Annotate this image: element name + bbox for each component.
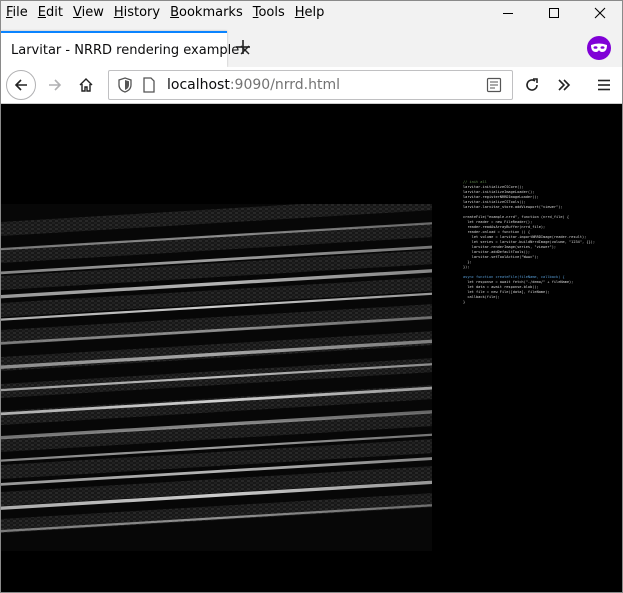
page-icon[interactable] xyxy=(141,77,157,93)
minimize-icon xyxy=(503,13,513,14)
close-icon xyxy=(594,7,606,19)
close-window-button[interactable] xyxy=(577,1,622,25)
tab-active[interactable]: Larvitar - NRRD rendering example xyxy=(1,31,250,67)
menu-bookmarks[interactable]: Bookmarks xyxy=(165,1,248,25)
image-viewer[interactable] xyxy=(1,204,432,551)
menu-help[interactable]: Help xyxy=(290,1,330,25)
home-button[interactable] xyxy=(71,70,101,100)
reader-view-icon[interactable] xyxy=(486,77,502,93)
new-tab-button[interactable] xyxy=(231,35,255,59)
menu-tools[interactable]: Tools xyxy=(248,1,290,25)
tab-strip: Larvitar - NRRD rendering example xyxy=(1,25,622,67)
code-snippet: // init all larvitar.initializeCSCore(); l… xyxy=(463,180,622,305)
menu-bar: File Edit View History Bookmarks Tools H… xyxy=(1,1,622,25)
reload-icon xyxy=(526,78,538,91)
forward-button[interactable] xyxy=(40,70,70,100)
home-icon xyxy=(79,78,93,92)
back-button[interactable] xyxy=(6,70,36,100)
private-browsing-indicator[interactable] xyxy=(587,36,611,60)
page-content: // init all larvitar.initializeCSCore(); l… xyxy=(1,104,622,592)
url-bar[interactable]: localhost:9090/nrrd.html xyxy=(108,70,513,100)
hamburger-icon xyxy=(598,79,610,91)
browser-window: File Edit View History Bookmarks Tools H… xyxy=(0,0,623,593)
overflow-menu-button[interactable] xyxy=(549,70,579,100)
url-text[interactable]: localhost:9090/nrrd.html xyxy=(167,77,486,93)
mask-icon xyxy=(591,43,607,52)
plus-icon xyxy=(236,40,250,54)
menu-view[interactable]: View xyxy=(68,1,109,25)
menu-file[interactable]: File xyxy=(1,1,33,25)
maximize-icon xyxy=(549,8,559,18)
code-line: } xyxy=(463,300,466,304)
chevron-double-right-icon xyxy=(558,79,571,91)
menu-edit[interactable]: Edit xyxy=(33,1,68,25)
nrrd-rendering xyxy=(1,204,432,551)
menu-history[interactable]: History xyxy=(109,1,165,25)
tab-title: Larvitar - NRRD rendering example xyxy=(11,42,240,58)
shield-icon[interactable] xyxy=(117,77,133,93)
arrow-right-icon xyxy=(49,79,62,91)
arrow-left-icon xyxy=(14,79,27,91)
navigation-bar: localhost:9090/nrrd.html xyxy=(1,67,622,104)
maximize-button[interactable] xyxy=(531,1,577,25)
app-menu-button[interactable] xyxy=(589,70,619,100)
reload-button[interactable] xyxy=(517,70,547,100)
minimize-button[interactable] xyxy=(485,1,531,25)
